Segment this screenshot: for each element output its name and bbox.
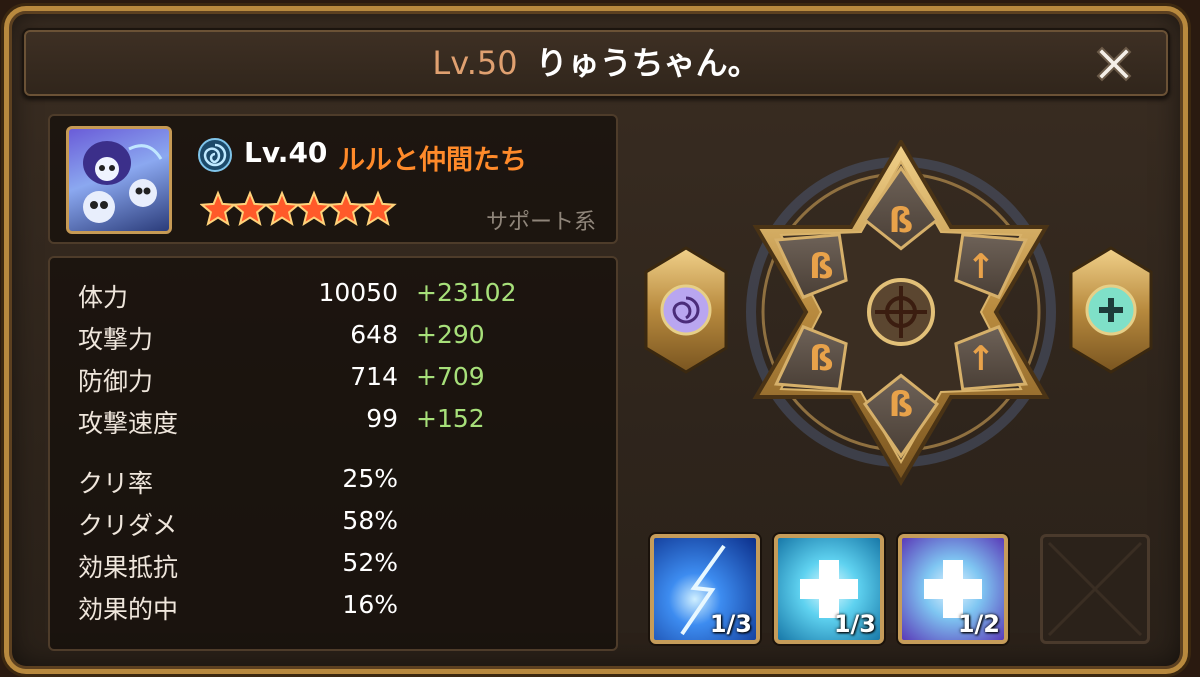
stat-value: 16% bbox=[342, 590, 398, 619]
stat-value: 52% bbox=[342, 548, 398, 577]
empty-skill-slot bbox=[1040, 534, 1150, 644]
rune-b-icon: ß bbox=[809, 247, 833, 287]
rune-arrow-icon: ↑ bbox=[966, 247, 995, 287]
skill-cooldown: 1/3 bbox=[709, 610, 752, 638]
star-icon bbox=[359, 190, 397, 226]
hero-info-panel: Lv.40 ルルと仲間たち サポート系 bbox=[48, 114, 618, 244]
hero-type: サポート系 bbox=[485, 210, 596, 235]
stat-label: 攻撃力 bbox=[78, 325, 154, 354]
stat-row-resistance: 効果抵抗 52% bbox=[78, 548, 608, 588]
star-icon bbox=[231, 190, 269, 226]
stat-label: 効果抵抗 bbox=[78, 553, 179, 582]
stat-label: 体力 bbox=[78, 283, 129, 312]
stat-label: クリ率 bbox=[78, 469, 154, 498]
star-rating bbox=[200, 190, 397, 226]
stat-value: 58% bbox=[342, 506, 398, 535]
rune-b-icon: ß bbox=[889, 385, 913, 425]
empty-slot-x-icon bbox=[1047, 541, 1143, 637]
skill-slot-2[interactable]: 1/3 bbox=[774, 534, 884, 644]
star-icon bbox=[327, 190, 365, 226]
stat-label: 効果的中 bbox=[78, 595, 179, 624]
skill-cooldown: 1/2 bbox=[957, 610, 1000, 638]
stat-bonus: +23102 bbox=[416, 278, 517, 307]
rune-arrow-icon: ↑ bbox=[966, 339, 995, 379]
right-artifact-slot[interactable] bbox=[1069, 246, 1153, 374]
skill-cooldown: 1/3 bbox=[833, 610, 876, 638]
stat-bonus: +290 bbox=[416, 320, 485, 349]
stat-value: 25% bbox=[342, 464, 398, 493]
close-icon[interactable] bbox=[1090, 40, 1138, 88]
stat-value: 99 bbox=[366, 404, 398, 433]
stat-row-attack: 攻撃力 648 +290 bbox=[78, 320, 608, 360]
stat-row-crit-damage: クリダメ 58% bbox=[78, 506, 608, 546]
stat-value: 648 bbox=[350, 320, 398, 349]
stat-value: 714 bbox=[350, 362, 398, 391]
stat-bonus: +709 bbox=[416, 362, 485, 391]
player-name: りゅうちゃん。 bbox=[535, 44, 760, 82]
stat-row-crit-rate: クリ率 25% bbox=[78, 464, 608, 504]
skill-slot-1[interactable]: 1/3 bbox=[650, 534, 760, 644]
hero-level: Lv.40 bbox=[244, 136, 328, 169]
rune-b-icon: ß bbox=[809, 339, 833, 379]
stat-label: 防御力 bbox=[78, 367, 154, 396]
stat-row-hp: 体力 10050 +23102 bbox=[78, 278, 608, 318]
stat-value: 10050 bbox=[318, 278, 398, 307]
rune-b-icon: ß bbox=[889, 201, 913, 241]
hero-portrait[interactable] bbox=[66, 126, 172, 234]
stat-row-speed: 攻撃速度 99 +152 bbox=[78, 404, 608, 444]
stat-label: 攻撃速度 bbox=[78, 409, 179, 438]
star-icon bbox=[295, 190, 333, 226]
left-artifact-slot[interactable] bbox=[644, 246, 728, 374]
rune-board: ß ↑ ↑ ß ß ß bbox=[644, 140, 1153, 486]
stat-row-defense: 防御力 714 +709 bbox=[78, 362, 608, 402]
star-icon bbox=[200, 190, 237, 226]
player-level: Lv.50 bbox=[432, 44, 518, 82]
stats-panel: 体力 10050 +23102 攻撃力 648 +290 防御力 714 +709 攻撃速度… bbox=[48, 256, 618, 651]
skill-slot-3[interactable]: 1/2 bbox=[898, 534, 1008, 644]
title-bar: Lv.50 りゅうちゃん。 bbox=[22, 28, 1170, 98]
star-icon bbox=[263, 190, 301, 226]
hero-name: ルルと仲間たち bbox=[338, 145, 527, 176]
stat-label: クリダメ bbox=[78, 511, 178, 540]
stat-row-accuracy: 効果的中 16% bbox=[78, 590, 608, 630]
wind-element-icon bbox=[198, 138, 232, 172]
stat-bonus: +152 bbox=[416, 404, 485, 433]
